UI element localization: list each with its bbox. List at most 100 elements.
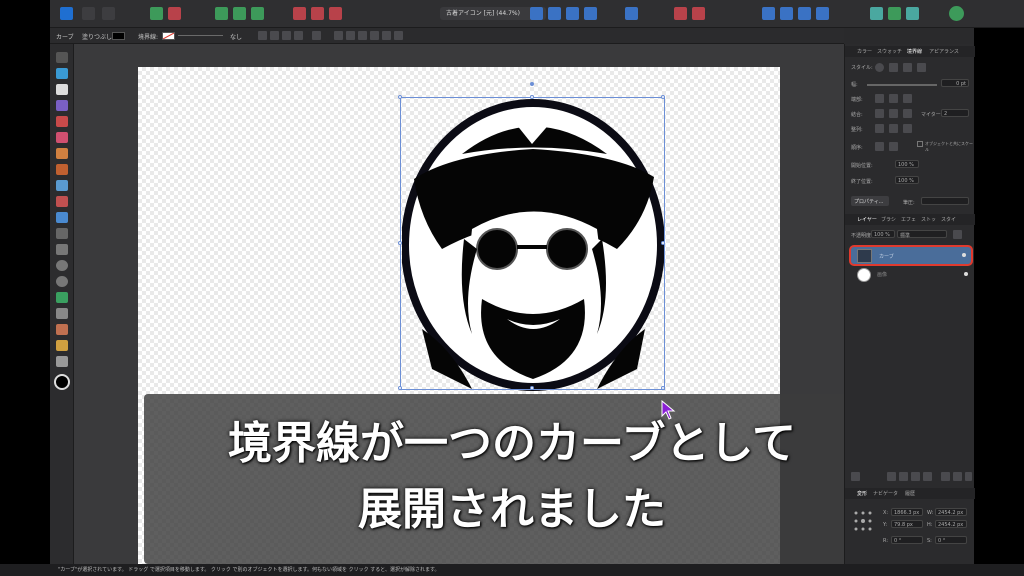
align-right-icon[interactable] xyxy=(358,31,367,40)
miter-field[interactable]: 2 xyxy=(941,109,969,117)
transparency-tool-icon[interactable] xyxy=(56,196,68,207)
tab-navigator[interactable]: ナビゲータ xyxy=(873,490,898,497)
close-curve-icon[interactable] xyxy=(312,31,321,40)
preferences-icon[interactable] xyxy=(906,7,919,20)
ellipse-tool-icon[interactable] xyxy=(56,260,68,271)
layer-visibility-dot-curve[interactable] xyxy=(962,253,966,257)
vector-brush-tool-icon[interactable] xyxy=(56,164,68,175)
color-well-icon[interactable] xyxy=(54,374,70,390)
order-behind-icon[interactable] xyxy=(875,142,884,151)
node-convert-smart-icon[interactable] xyxy=(282,31,291,40)
tab-swatches[interactable]: スウォッチ xyxy=(877,48,902,55)
tab-styles[interactable]: スタイ xyxy=(941,216,956,223)
add-pixel-layer-icon[interactable] xyxy=(953,472,962,481)
layer-row-curve[interactable]: カーブ xyxy=(849,245,973,266)
assistant-icon[interactable] xyxy=(870,7,883,20)
crop-tool-icon[interactable] xyxy=(56,228,68,239)
s-field[interactable]: 0 ° xyxy=(935,536,967,544)
app-logo-icon[interactable] xyxy=(60,7,73,20)
tab-stroke[interactable]: 境界線 xyxy=(907,48,922,55)
opacity-field[interactable]: 100 % xyxy=(871,230,895,238)
cap-square-icon[interactable] xyxy=(903,94,912,103)
align-bottom-icon[interactable] xyxy=(394,31,403,40)
tab-appearance[interactable]: アピアランス xyxy=(929,48,959,55)
style-solid-icon[interactable] xyxy=(889,63,898,72)
layer-visibility-dot-image[interactable] xyxy=(964,272,968,276)
magnet-icon[interactable] xyxy=(692,7,705,20)
start-field[interactable]: 100 % xyxy=(895,160,919,168)
rotation-handle[interactable] xyxy=(530,82,534,86)
text-tool-icon[interactable] xyxy=(56,308,68,319)
zoom-tool-icon[interactable] xyxy=(56,356,68,367)
shape-tool-icon[interactable] xyxy=(56,292,68,303)
tab-layers[interactable]: レイヤー xyxy=(857,216,877,223)
move-forward-icon[interactable] xyxy=(311,7,324,20)
snap-grid-icon[interactable] xyxy=(674,7,687,20)
scale-with-object-checkbox[interactable] xyxy=(917,141,923,147)
cap-round-icon[interactable] xyxy=(889,94,898,103)
handle-middle-left[interactable] xyxy=(398,241,402,245)
artboard-tool-icon[interactable] xyxy=(56,68,68,79)
y-field[interactable]: 79.8 px xyxy=(891,520,923,528)
width-slider[interactable] xyxy=(867,84,937,86)
geometry-intersect-icon[interactable] xyxy=(251,7,264,20)
tab-brushes[interactable]: ブラシ xyxy=(881,216,896,223)
order-front-icon[interactable] xyxy=(889,142,898,151)
pixel-persona-icon[interactable] xyxy=(82,7,95,20)
layer-options-icon[interactable] xyxy=(851,472,860,481)
add-adjustment-icon[interactable] xyxy=(899,472,908,481)
add-effect-icon[interactable] xyxy=(911,472,920,481)
w-field[interactable]: 2454.2 px xyxy=(935,508,967,516)
flip-vertical-icon[interactable] xyxy=(548,7,561,20)
join-bevel-icon[interactable] xyxy=(903,109,912,118)
layer-row-image[interactable]: 画像 xyxy=(849,267,973,283)
align-center-stroke-icon[interactable] xyxy=(875,124,884,133)
align-top-icon[interactable] xyxy=(370,31,379,40)
rotate-right-icon[interactable] xyxy=(584,7,597,20)
snapping-options-icon[interactable] xyxy=(168,7,181,20)
geometry-add-icon[interactable] xyxy=(215,7,228,20)
snapping-icon[interactable] xyxy=(150,7,163,20)
handle-middle-right[interactable] xyxy=(661,241,665,245)
properties-button[interactable]: プロパティ... xyxy=(851,196,889,206)
style-brush-icon[interactable] xyxy=(917,63,926,72)
break-curve-icon[interactable] xyxy=(294,31,303,40)
point-transform-tool-icon[interactable] xyxy=(56,100,68,111)
handle-bottom-right[interactable] xyxy=(661,386,665,390)
selection-bounding-box[interactable] xyxy=(398,82,665,390)
stroke-swatch[interactable] xyxy=(162,32,175,40)
add-layer-icon[interactable] xyxy=(941,472,950,481)
r-field[interactable]: 0 ° xyxy=(891,536,923,544)
donut-tool-icon[interactable] xyxy=(56,276,68,287)
node-convert-smooth-icon[interactable] xyxy=(270,31,279,40)
handle-bottom-left[interactable] xyxy=(398,386,402,390)
tab-effects[interactable]: エフェ xyxy=(901,216,916,223)
handle-bottom-center[interactable] xyxy=(530,386,534,390)
move-back-icon[interactable] xyxy=(293,7,306,20)
assistant-settings-icon[interactable] xyxy=(888,7,901,20)
add-group-icon[interactable] xyxy=(923,472,932,481)
stroke-width-slider[interactable] xyxy=(178,35,223,36)
move-front-icon[interactable] xyxy=(329,7,342,20)
ruler-tool-icon[interactable] xyxy=(56,340,68,351)
align-middle-icon[interactable] xyxy=(382,31,391,40)
cap-butt-icon[interactable] xyxy=(875,94,884,103)
tab-transform[interactable]: 変形 xyxy=(857,490,867,497)
tab-stock[interactable]: ストッ xyxy=(921,216,936,223)
join-round-icon[interactable] xyxy=(889,109,898,118)
align-icon[interactable] xyxy=(625,7,638,20)
fill-tool-icon[interactable] xyxy=(56,180,68,191)
insert-behind-icon[interactable] xyxy=(762,7,775,20)
add-mask-icon[interactable] xyxy=(887,472,896,481)
align-outside-stroke-icon[interactable] xyxy=(903,124,912,133)
handle-top-center[interactable] xyxy=(530,95,534,99)
join-miter-icon[interactable] xyxy=(875,109,884,118)
align-inside-stroke-icon[interactable] xyxy=(889,124,898,133)
pencil-tool-icon[interactable] xyxy=(56,148,68,159)
handle-top-left[interactable] xyxy=(398,95,402,99)
eyedropper-tool-icon[interactable] xyxy=(56,324,68,335)
tab-color[interactable]: カラー xyxy=(857,48,872,55)
layer-settings-gear-icon[interactable] xyxy=(953,230,962,239)
fill-swatch[interactable] xyxy=(112,32,125,40)
rectangle-tool-icon[interactable] xyxy=(56,244,68,255)
